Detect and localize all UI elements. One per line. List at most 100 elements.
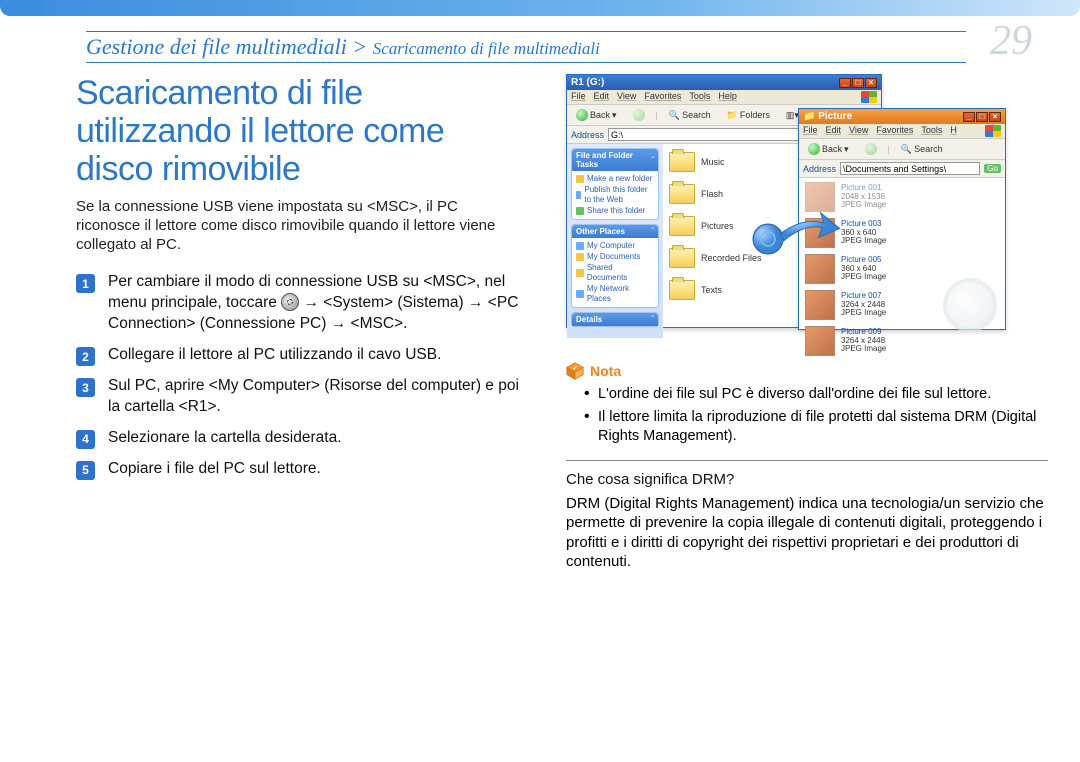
folder-icon	[669, 216, 695, 236]
gear-icon	[281, 293, 299, 311]
search-button[interactable]: 🔍 Search	[896, 142, 948, 157]
close-icon[interactable]: ×	[865, 78, 877, 88]
address-label: Address	[571, 130, 604, 140]
link-shared-docs[interactable]: Shared Documents	[576, 263, 654, 283]
step-5: Copiare i file del PC sul lettore.	[76, 459, 526, 480]
left-column: Scaricamento di file utilizzando il lett…	[76, 74, 526, 742]
close-icon[interactable]: ×	[989, 112, 1001, 122]
menu-favorites[interactable]: Favorites	[644, 91, 681, 103]
page-header: Gestione dei file multimediali > Scarica…	[0, 16, 1080, 69]
windows-flag-icon	[985, 125, 1001, 137]
task-publish[interactable]: Publish this folder to the Web	[576, 185, 654, 205]
folder-icon	[669, 280, 695, 300]
folder-icon	[669, 152, 695, 172]
steps-list: Per cambiare il modo di connessione USB …	[76, 272, 526, 479]
nota-item-2: Il lettore limita la riproduzione di fil…	[598, 408, 1048, 446]
folder-icon	[669, 184, 695, 204]
win2-titlebar: 📁 Picture _ □ ×	[799, 109, 1005, 124]
window-controls: _ □ ×	[963, 112, 1001, 122]
panel-details-title: Details	[576, 315, 602, 324]
minimize-icon[interactable]: _	[963, 112, 975, 122]
globe-watermark-icon	[943, 278, 997, 332]
image-thumb-icon	[805, 290, 835, 320]
maximize-icon[interactable]: □	[852, 78, 864, 88]
back-arrow-icon	[808, 143, 820, 155]
menu-help[interactable]: Help	[718, 91, 737, 103]
step-2: Collegare il lettore al PC utilizzando i…	[76, 345, 526, 366]
win2-content: Picture 0012048 x 1536JPEG Image Picture…	[799, 178, 1005, 340]
maximize-icon[interactable]: □	[976, 112, 988, 122]
picture-item-2[interactable]: Picture 003360 x 640JPEG Image	[805, 218, 999, 248]
nota-item-1: L'ordine dei file sul PC è diverso dall'…	[598, 385, 1048, 404]
nota-box: ✓ Nota L'ordine dei file sul PC è divers…	[566, 362, 1048, 572]
menu-edit[interactable]: Edit	[826, 125, 842, 137]
win2-title: Picture	[818, 111, 852, 122]
minimize-icon[interactable]: _	[839, 78, 851, 88]
chevron-up-icon[interactable]: ˆ	[651, 227, 654, 236]
menu-help[interactable]: H	[950, 125, 957, 137]
menu-file[interactable]: File	[803, 125, 818, 137]
drm-answer: DRM (Digital Rights Management) indica u…	[566, 494, 1048, 572]
link-network-places[interactable]: My Network Places	[576, 284, 654, 304]
image-thumb-icon	[805, 326, 835, 356]
explorer-window-picture: 📁 Picture _ □ × File Edit View Favorites…	[798, 108, 1006, 330]
folders-button[interactable]: 📁 Folders	[722, 108, 775, 123]
search-button[interactable]: 🔍 Search	[664, 108, 716, 123]
link-my-computer[interactable]: My Computer	[576, 241, 654, 251]
back-button[interactable]: Back ▾	[803, 141, 854, 157]
divider	[566, 460, 1048, 461]
image-thumb-icon	[805, 182, 835, 212]
drm-question: Che cosa significa DRM?	[566, 471, 1048, 488]
forward-arrow-icon	[633, 109, 645, 121]
task-make-folder[interactable]: Make a new folder	[576, 174, 654, 184]
folder-icon	[669, 248, 695, 268]
panel-other-places: Other Places ˆ My Computer My Documents S…	[571, 224, 659, 308]
menu-edit[interactable]: Edit	[594, 91, 610, 103]
go-button[interactable]: Go	[984, 164, 1001, 173]
forward-button[interactable]	[628, 107, 650, 123]
windows-flag-icon	[861, 91, 877, 103]
chevron-down-icon[interactable]: ˇ	[651, 315, 654, 324]
page-title: Scaricamento di file utilizzando il lett…	[76, 74, 526, 188]
back-arrow-icon	[576, 109, 588, 121]
panel-details: Details ˇ	[571, 312, 659, 327]
intro-paragraph: Se la connessione USB viene impostata su…	[76, 198, 526, 254]
breadcrumb-subsection: Scaricamento di file multimediali	[373, 39, 600, 58]
breadcrumb: Gestione dei file multimediali > Scarica…	[86, 31, 966, 63]
menu-tools[interactable]: Tools	[921, 125, 942, 137]
menu-view[interactable]: View	[617, 91, 636, 103]
note-cube-icon: ✓	[566, 362, 584, 380]
svg-text:✓: ✓	[572, 365, 577, 372]
panel-other-title: Other Places	[576, 227, 625, 236]
step-4: Selezionare la cartella desiderata.	[76, 428, 526, 449]
link-my-documents[interactable]: My Documents	[576, 252, 654, 262]
task-share[interactable]: Share this folder	[576, 206, 654, 216]
menu-tools[interactable]: Tools	[689, 91, 710, 103]
menu-favorites[interactable]: Favorites	[876, 125, 913, 137]
breadcrumb-separator: >	[347, 34, 373, 59]
forward-button[interactable]	[860, 141, 882, 157]
win1-titlebar: R1 (G:) _ □ ×	[567, 75, 881, 90]
window-controls: _ □ ×	[839, 78, 877, 88]
win2-menubar: File Edit View Favorites Tools H	[799, 124, 1005, 139]
picture-item-1[interactable]: Picture 0012048 x 1536JPEG Image	[805, 182, 999, 212]
top-accent-bar	[0, 0, 1080, 16]
win2-toolbar: Back ▾ | 🔍 Search	[799, 139, 1005, 160]
menu-view[interactable]: View	[849, 125, 868, 137]
back-button[interactable]: Back ▾	[571, 107, 622, 123]
menu-file[interactable]: File	[571, 91, 586, 103]
right-column: R1 (G:) _ □ × File Edit View Favorites T…	[566, 74, 1048, 742]
panel-tasks-title: File and Folder Tasks	[576, 151, 651, 169]
win1-sidebar: File and Folder Tasksˆ Make a new folder…	[567, 144, 663, 338]
panel-file-tasks: File and Folder Tasksˆ Make a new folder…	[571, 148, 659, 220]
chevron-up-icon[interactable]: ˆ	[651, 156, 654, 165]
win2-addressbar: Address Go	[799, 160, 1005, 178]
page-number: 29	[990, 20, 1032, 62]
explorer-screenshot: R1 (G:) _ □ × File Edit View Favorites T…	[566, 74, 1006, 334]
win1-menubar: File Edit View Favorites Tools Help	[567, 90, 881, 105]
address-input[interactable]	[840, 162, 980, 175]
step-1: Per cambiare il modo di connessione USB …	[76, 272, 526, 335]
image-thumb-icon	[805, 254, 835, 284]
nota-label: Nota	[590, 363, 621, 379]
forward-arrow-icon	[865, 143, 877, 155]
